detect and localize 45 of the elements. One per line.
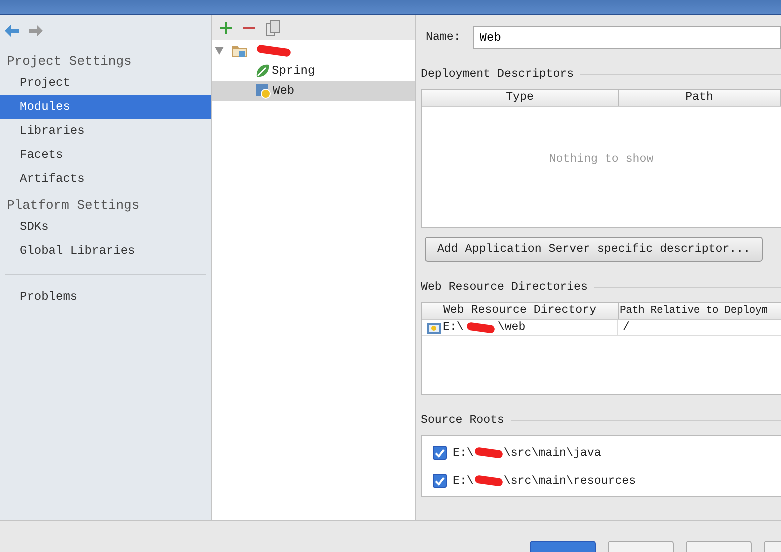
expand-triangle-icon[interactable] — [215, 47, 224, 55]
redaction-scribble — [474, 447, 504, 459]
module-folder-icon — [232, 44, 249, 58]
path-text: \src\main\java — [504, 446, 602, 460]
group-title: Web Resource Directories — [421, 281, 588, 294]
tree-item[interactable]: Spring — [212, 61, 415, 81]
path-text: E:\ — [453, 446, 474, 460]
sidebar-item[interactable]: Facets — [0, 143, 211, 167]
tree-item[interactable]: Web — [212, 81, 415, 101]
path-text: \src\main\resources — [504, 474, 636, 488]
sidebar-item[interactable]: SDKs — [0, 215, 211, 239]
web-module-icon — [256, 84, 271, 98]
add-descriptor-button[interactable]: Add Application Server specific descriptor... — [425, 237, 763, 262]
web-folder-icon — [427, 322, 441, 334]
path-text: E:\ — [453, 474, 474, 488]
redaction-scribble — [466, 322, 496, 334]
name-label: Name: — [426, 31, 461, 44]
group-title: Source Roots — [421, 414, 504, 427]
sidebar-item[interactable]: Modules — [0, 95, 211, 119]
column-header[interactable]: Type — [422, 90, 619, 106]
checkbox[interactable] — [433, 474, 447, 488]
path-text: \web — [498, 320, 526, 335]
forward-arrow-icon[interactable] — [29, 25, 43, 37]
column-header[interactable]: Web Resource Directory — [422, 303, 619, 319]
checkbox[interactable] — [433, 446, 447, 460]
group-title: Deployment Descriptors — [421, 68, 574, 81]
column-header[interactable]: Path — [619, 90, 781, 106]
redaction-scribble — [256, 44, 292, 58]
copy-icon[interactable] — [266, 20, 280, 36]
section-header: Platform Settings — [6, 197, 141, 215]
sidebar-item[interactable]: Artifacts — [0, 167, 211, 191]
table-cell-text: / — [622, 320, 630, 335]
sidebar-item[interactable]: Project — [0, 71, 211, 95]
add-icon[interactable] — [220, 22, 232, 34]
column-header[interactable]: Path Relative to Deploym — [619, 303, 781, 319]
sidebar-item[interactable]: Global Libraries — [0, 239, 211, 263]
sidebar-item[interactable]: Problems — [0, 285, 211, 309]
sidebar-item[interactable]: Libraries — [0, 119, 211, 143]
section-header: Project Settings — [6, 53, 133, 71]
empty-message: Nothing to show — [549, 152, 654, 166]
back-arrow-icon[interactable] — [5, 25, 19, 37]
redaction-scribble — [474, 475, 504, 487]
leaf-icon — [256, 64, 270, 78]
path-text: E:\ — [443, 320, 464, 335]
name-field[interactable]: Web — [472, 26, 781, 49]
